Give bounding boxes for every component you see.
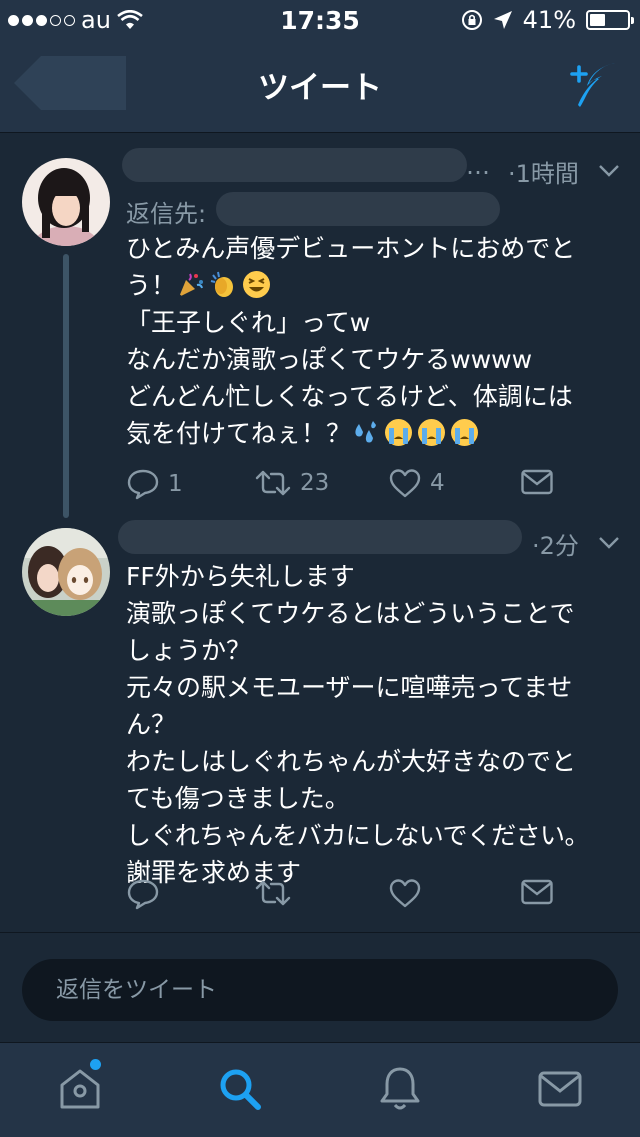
compose-tweet-icon[interactable]	[566, 58, 618, 110]
conversation-thread: … ·1時間 返信先: ひとみん声優デビューホントにおめでと う！ 「王子しぐれ…	[0, 134, 640, 930]
direct-message-button[interactable]	[520, 468, 554, 496]
envelope-icon	[521, 879, 553, 905]
tweet-text-line: どんどん忙しくなってるけど、体調には	[126, 382, 573, 411]
location-arrow-icon	[493, 11, 512, 29]
crying-face-emoji	[451, 419, 479, 446]
status-bar: au 17:35 41%	[0, 0, 640, 40]
reply-to-label: 返信先:	[126, 200, 207, 228]
tweet-text-line: 演歌っぽくてウケるとはどういうことで	[126, 599, 575, 628]
chevron-down-icon[interactable]	[598, 164, 620, 178]
orientation-lock-icon	[461, 10, 482, 30]
tweet-timestamp: ·1時間	[508, 160, 579, 188]
tweet-2[interactable]: ·2分 FF外から失礼します 演歌っぽくてウケるとはどういうことで しょうか？ …	[0, 514, 640, 930]
tweet-text-line-with-emoji: う！	[126, 267, 620, 304]
reply-input[interactable]	[22, 959, 618, 1021]
retweet-count: 23	[300, 470, 330, 496]
reply-button[interactable]: 1	[126, 468, 183, 500]
avatar[interactable]	[22, 158, 110, 246]
tweet-text-line: ん？	[126, 710, 177, 739]
battery-percent: 41%	[522, 6, 576, 34]
tweet-text: FF外から失礼します 演歌っぽくてウケるとはどういうことで しょうか？ 元々の駅…	[126, 558, 630, 891]
reply-count: 1	[168, 471, 183, 497]
sweat-droplets-emoji	[355, 421, 377, 443]
redacted-reply-handle[interactable]	[216, 192, 500, 226]
tweet-text-line: ひとみん声優デビューホントにおめでと	[126, 234, 576, 263]
thread-connector-line	[63, 254, 69, 518]
tweet-actions	[126, 878, 600, 918]
tweet-more-ellipsis: …	[466, 152, 490, 180]
tab-bar	[0, 1042, 640, 1137]
tweet-text-line: ても傷つきました。	[126, 784, 350, 813]
grinning-squinting-face-emoji	[243, 271, 271, 298]
tweet-timestamp: ·2分	[532, 532, 579, 560]
tweet-text: ひとみん声優デビューホントにおめでと う！ 「王子しぐれ」ってw なんだか演歌っ…	[126, 230, 620, 452]
tweet-text-line: わたしはしぐれちゃんが大好きなのでと	[126, 747, 577, 776]
retweet-icon	[255, 470, 291, 496]
redacted-display-name	[122, 148, 467, 182]
tweet-text-line: FF外から失礼します	[126, 562, 355, 591]
tweet-text-line: 元々の駅メモユーザーに喧嘩売ってませ	[126, 673, 573, 702]
reply-icon	[127, 879, 159, 910]
reply-icon	[127, 469, 159, 500]
retweet-button[interactable]: 23	[254, 468, 329, 498]
clapping-hands-emoji	[210, 271, 234, 297]
tweet-1[interactable]: … ·1時間 返信先: ひとみん声優デビューホントにおめでと う！ 「王子しぐれ…	[0, 134, 640, 518]
tweet-text-line: しぐれちゃんをバカにしないでください。	[126, 821, 589, 850]
tweet-text-line: しょうか？	[126, 636, 252, 665]
crying-face-emoji	[385, 419, 413, 446]
home-icon[interactable]	[54, 1063, 106, 1115]
battery-level-fill	[590, 14, 605, 26]
search-icon[interactable]	[214, 1063, 266, 1115]
tweet-text-line-with-emoji: 気を付けてねぇ！？	[126, 415, 620, 452]
like-button[interactable]	[388, 878, 430, 908]
notifications-bell-icon[interactable]	[374, 1063, 426, 1115]
messages-envelope-icon[interactable]	[534, 1063, 586, 1115]
party-popper-emoji	[179, 273, 204, 297]
heart-icon	[389, 879, 421, 908]
reply-composer-bar	[0, 932, 640, 1043]
crying-face-emoji	[418, 419, 446, 446]
envelope-icon	[521, 469, 553, 495]
tweet-text-line: 「王子しぐれ」ってw	[126, 308, 371, 337]
like-button[interactable]: 4	[388, 468, 445, 498]
direct-message-button[interactable]	[520, 878, 554, 906]
like-count: 4	[430, 470, 445, 496]
reply-button[interactable]	[126, 878, 168, 910]
chevron-down-icon[interactable]	[598, 536, 620, 550]
navigation-bar: ツイート	[0, 40, 640, 133]
retweet-button[interactable]	[254, 878, 300, 908]
status-right: 41%	[461, 6, 634, 34]
tweet-actions: 1 23 4	[126, 468, 600, 508]
heart-icon	[389, 469, 421, 498]
home-notification-dot	[90, 1059, 101, 1070]
tweet-text-line: なんだか演歌っぽくてウケるwwww	[126, 345, 533, 374]
redacted-display-name	[118, 520, 522, 554]
avatar[interactable]	[22, 528, 110, 616]
battery-icon	[586, 10, 634, 30]
retweet-icon	[255, 880, 291, 906]
page-title: ツイート	[258, 70, 382, 106]
